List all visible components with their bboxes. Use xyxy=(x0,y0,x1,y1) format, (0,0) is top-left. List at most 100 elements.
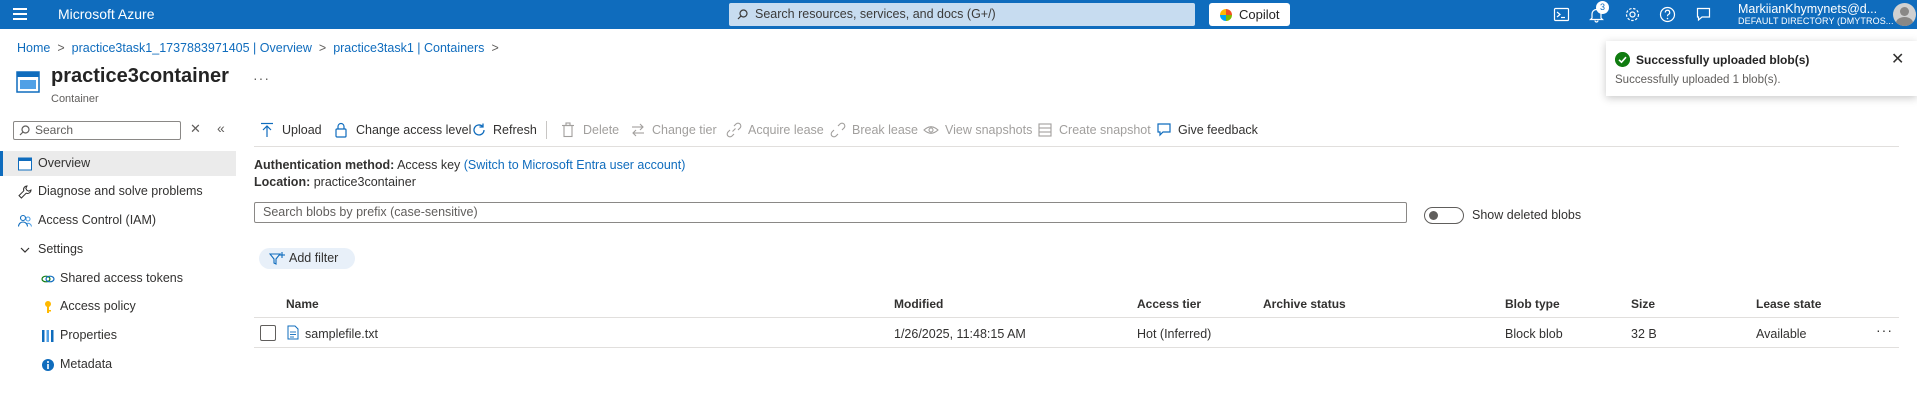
column-header-modified[interactable]: Modified xyxy=(894,297,943,311)
column-header-name[interactable]: Name xyxy=(286,297,319,311)
sidebar-item-settings[interactable]: Settings xyxy=(0,237,236,262)
feedback-icon[interactable] xyxy=(1695,6,1712,23)
column-header-archive-status[interactable]: Archive status xyxy=(1263,297,1346,311)
close-icon[interactable]: ✕ xyxy=(1891,49,1904,69)
user-name: MarkiianKhymynets@d... xyxy=(1738,2,1878,16)
column-header-size[interactable]: Size xyxy=(1631,297,1655,311)
properties-icon xyxy=(42,330,54,342)
sidebar-search-input[interactable]: Search xyxy=(13,121,181,140)
sidebar-item-shared-access-tokens[interactable]: Shared access tokens xyxy=(0,266,236,291)
sidebar-item-label: Metadata xyxy=(60,357,113,371)
sidebar-item-access-policy[interactable]: Access policy xyxy=(0,294,236,319)
people-icon xyxy=(18,214,32,227)
column-header-access-tier[interactable]: Access tier xyxy=(1137,297,1201,311)
more-actions-button[interactable]: ··· xyxy=(253,70,270,86)
key-icon xyxy=(45,301,51,313)
page-subtitle: Container xyxy=(51,93,99,105)
command-bar-divider xyxy=(254,146,1899,147)
copilot-icon xyxy=(1220,9,1232,21)
trash-icon xyxy=(562,122,574,138)
feedback-icon xyxy=(1157,123,1171,137)
breadcrumb-storage-account[interactable]: practice3task1_1737883971405 | Overview xyxy=(72,41,312,55)
column-header-blob-type[interactable]: Blob type xyxy=(1505,297,1560,311)
chevron-down-icon xyxy=(20,247,30,253)
lock-icon xyxy=(335,122,347,138)
account-info[interactable]: MarkiianKhymynets@d... DEFAULT DIRECTORY… xyxy=(1738,2,1894,27)
link-icon xyxy=(726,122,742,138)
sidebar-item-metadata[interactable]: Metadata xyxy=(0,352,236,377)
global-search-input[interactable]: Search resources, services, and docs (G+… xyxy=(729,3,1195,26)
sidebar-item-label: Access Control (IAM) xyxy=(38,213,157,227)
table-row-divider xyxy=(254,347,1899,348)
collapse-sidebar-icon[interactable]: « xyxy=(217,120,225,136)
sidebar-item-label: Overview xyxy=(38,156,91,170)
row-more-actions-button[interactable]: ··· xyxy=(1876,322,1893,338)
blob-name-link[interactable]: samplefile.txt xyxy=(305,327,378,341)
swap-icon xyxy=(632,123,644,137)
blob-search-input[interactable]: Search blobs by prefix (case-sensitive) xyxy=(254,202,1407,223)
upload-label: Upload xyxy=(282,123,322,137)
breadcrumb-home[interactable]: Home xyxy=(17,41,50,55)
toast-title: Successfully uploaded blob(s) xyxy=(1636,53,1810,67)
sidebar-search-placeholder: Search xyxy=(35,123,74,137)
breadcrumb-separator-icon: > xyxy=(318,41,327,55)
breadcrumb-containers[interactable]: practice3task1 | Containers xyxy=(333,41,484,55)
sidebar-item-label: Diagnose and solve problems xyxy=(38,184,203,198)
auth-method-value: Access key xyxy=(397,158,461,172)
search-icon xyxy=(19,125,30,136)
refresh-icon xyxy=(473,123,485,136)
show-deleted-toggle[interactable] xyxy=(1424,207,1464,224)
page-title: practice3container xyxy=(51,65,229,87)
copilot-label: Copilot xyxy=(1239,7,1280,22)
change-tier-label: Change tier xyxy=(652,123,717,137)
change-access-level-label: Change access level xyxy=(356,123,472,137)
wrench-icon xyxy=(18,185,32,199)
auth-method-label: Authentication method: xyxy=(254,158,395,172)
blob-lease-state: Available xyxy=(1756,327,1807,341)
sidebar-item-properties[interactable]: Properties xyxy=(0,323,236,348)
breadcrumb-separator-icon: > xyxy=(491,41,499,55)
toast-message: Successfully uploaded 1 blob(s). xyxy=(1615,74,1781,86)
add-filter-label: Add filter xyxy=(289,251,339,265)
sidebar-item-label: Access policy xyxy=(60,299,136,313)
sidebar-item-diagnose[interactable]: Diagnose and solve problems xyxy=(0,179,236,204)
give-feedback-label: Give feedback xyxy=(1178,123,1258,137)
avatar[interactable] xyxy=(1893,3,1916,26)
menu-icon[interactable] xyxy=(13,8,27,20)
help-icon[interactable] xyxy=(1659,6,1676,23)
location-value: practice3container xyxy=(313,175,416,189)
add-filter-button[interactable]: Add filter xyxy=(259,248,355,269)
user-directory: DEFAULT DIRECTORY (DMYTROS... xyxy=(1738,16,1894,26)
file-icon xyxy=(287,325,299,340)
container-icon xyxy=(18,157,32,171)
view-snapshots-label: View snapshots xyxy=(945,123,1033,137)
clear-search-icon[interactable]: ✕ xyxy=(190,121,201,137)
gear-icon[interactable] xyxy=(1624,6,1641,23)
breadcrumb-separator-icon: > xyxy=(57,41,65,55)
create-snapshot-label: Create snapshot xyxy=(1059,123,1151,137)
blob-type: Block blob xyxy=(1505,327,1563,341)
sidebar-item-iam[interactable]: Access Control (IAM) xyxy=(0,208,236,233)
column-header-lease-state[interactable]: Lease state xyxy=(1756,297,1821,311)
search-icon xyxy=(737,9,748,20)
location-label: Location: xyxy=(254,175,311,189)
refresh-label: Refresh xyxy=(493,123,537,137)
cloud-shell-icon[interactable] xyxy=(1553,6,1570,23)
brand-title[interactable]: Microsoft Azure xyxy=(58,6,154,22)
global-search-placeholder: Search resources, services, and docs (G+… xyxy=(755,7,996,21)
link-icon xyxy=(41,275,55,283)
copilot-button[interactable]: Copilot xyxy=(1209,3,1290,26)
upload-icon xyxy=(261,122,273,137)
top-bar: Microsoft Azure Search resources, servic… xyxy=(0,0,1917,29)
switch-auth-link[interactable]: (Switch to Microsoft Entra user account) xyxy=(464,158,686,172)
row-checkbox[interactable] xyxy=(260,325,276,341)
sidebar-item-overview[interactable]: Overview xyxy=(0,151,236,176)
command-divider xyxy=(546,121,547,139)
eye-icon xyxy=(923,126,939,134)
info-icon xyxy=(42,359,54,371)
delete-label: Delete xyxy=(583,123,620,137)
sidebar-item-label: Properties xyxy=(60,328,117,342)
table-header-divider xyxy=(254,317,1899,318)
upload-success-toast: Successfully uploaded blob(s) Successful… xyxy=(1606,41,1917,96)
location-row: Location: practice3container xyxy=(254,175,416,189)
